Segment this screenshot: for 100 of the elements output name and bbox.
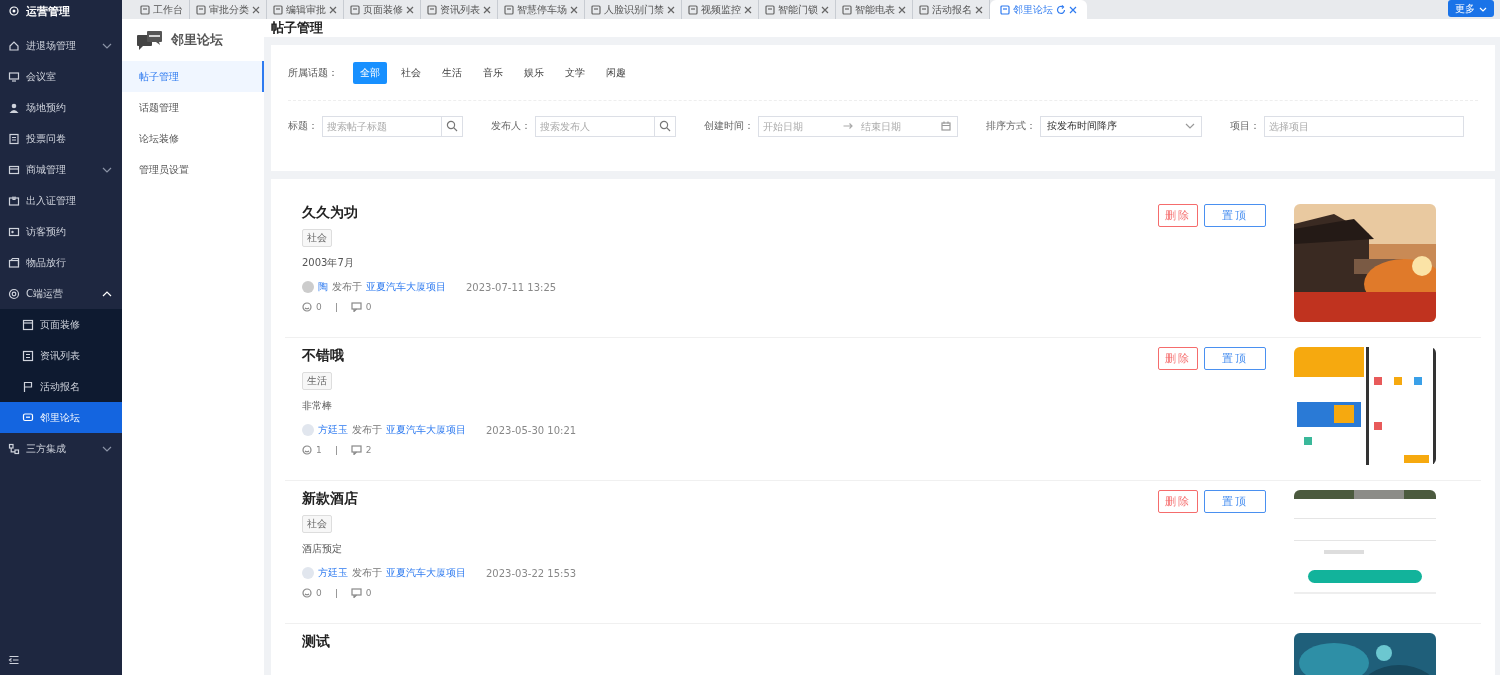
comment-count: 0 [365, 588, 372, 598]
menu-item[interactable]: 话题管理 [122, 92, 264, 123]
id-card-icon [8, 225, 20, 238]
nav-item[interactable]: 场地预约 [0, 92, 122, 123]
smiley-icon [302, 445, 312, 455]
monitor-icon [8, 70, 20, 83]
smiley-icon [302, 302, 312, 312]
comment-icon [350, 302, 362, 312]
post-title: 久久为功 [302, 204, 359, 222]
filter-label: 创建时间： [704, 119, 754, 133]
author-link[interactable]: 陶 [318, 280, 328, 294]
project-field[interactable]: 选择项目 [1264, 115, 1464, 137]
topic-chip[interactable]: 文学 [558, 61, 592, 84]
arrow-right-icon [843, 122, 853, 130]
card-icon [8, 163, 20, 176]
menu-item[interactable]: 帖子管理 [122, 61, 264, 92]
chevron-down-icon [1185, 122, 1195, 130]
filter-label: 标题： [288, 119, 318, 133]
page-icon [196, 4, 206, 15]
page-icon [273, 4, 283, 15]
nav-item[interactable]: C端运营 [0, 278, 122, 309]
post-title: 测试 [302, 633, 331, 651]
window-icon [22, 318, 34, 331]
menu-item[interactable]: 管理员设置 [122, 154, 264, 185]
box-icon [8, 256, 20, 269]
nav-item[interactable]: 会议室 [0, 61, 122, 92]
topic-tag: 社会 [302, 515, 332, 533]
start-date-field[interactable]: 开始日期 [759, 120, 843, 132]
nav-item[interactable]: 出入证管理 [0, 185, 122, 216]
author-link[interactable]: 方廷玉 [318, 423, 348, 437]
page-title: 帖子管理 [271, 19, 323, 37]
menu-item[interactable]: 论坛装修 [122, 123, 264, 154]
chat-icon [22, 411, 34, 424]
search-field[interactable]: 搜索帖子标题 [322, 115, 442, 137]
like-count: 1 [316, 445, 322, 455]
comment-count: 2 [365, 445, 372, 455]
house-icon [8, 39, 20, 52]
page-icon [504, 4, 514, 15]
avatar [302, 424, 314, 436]
filter-label: 项目： [1230, 119, 1260, 133]
post-time: 2023-03-22 15:53 [486, 567, 577, 579]
smiley-icon [302, 588, 312, 598]
search-icon [446, 120, 458, 132]
project-link[interactable]: 亚夏汽车大厦项目 [386, 423, 466, 437]
search-button[interactable] [442, 115, 463, 137]
topic-chip[interactable]: 生活 [435, 61, 469, 84]
page-icon [688, 4, 698, 15]
comment-icon [350, 588, 362, 598]
page-icon [427, 4, 437, 15]
post-time: 2023-05-30 10:21 [486, 424, 577, 436]
filter-label: 发布人： [491, 119, 531, 133]
flag-icon [22, 380, 34, 393]
meta-text: 发布于 [332, 280, 362, 294]
search-field[interactable]: 搜索发布人 [535, 115, 655, 137]
page-icon [919, 4, 929, 15]
pin-button[interactable]: 置顶 [1204, 204, 1266, 227]
nav-item[interactable]: 投票问卷 [0, 123, 122, 154]
meta-text: 发布于 [352, 423, 382, 437]
sort-select[interactable]: 按发布时间降序 [1040, 115, 1202, 137]
topic-chip[interactable]: 音乐 [476, 61, 510, 84]
nav-item[interactable]: 三方集成 [0, 433, 122, 464]
author-link[interactable]: 方廷玉 [318, 566, 348, 580]
post-title: 新款酒店 [302, 490, 359, 508]
pin-button[interactable]: 置顶 [1204, 490, 1266, 513]
nav-item[interactable]: 页面装修 [0, 309, 122, 340]
filter-label: 所属话题： [288, 65, 338, 80]
app-title: 运营管理 [26, 3, 70, 19]
comment-icon [350, 445, 362, 455]
calendar-icon [941, 121, 951, 131]
tab[interactable]: 邻里论坛 [990, 0, 1087, 19]
forum-title: 邻里论坛 [171, 31, 223, 49]
refresh-icon [1056, 4, 1066, 15]
project-link[interactable]: 亚夏汽车大厦项目 [366, 280, 446, 294]
nav-item[interactable]: 商城管理 [0, 154, 122, 185]
post-time: 2023-07-11 13:25 [466, 281, 557, 293]
nav-item[interactable]: 活动报名 [0, 371, 122, 402]
project-link[interactable]: 亚夏汽车大厦项目 [386, 566, 466, 580]
page-icon [591, 4, 601, 15]
nav-item[interactable]: 物品放行 [0, 247, 122, 278]
comment-count: 0 [365, 302, 372, 312]
topic-chip[interactable]: 闲趣 [599, 61, 633, 84]
topic-chip[interactable]: 娱乐 [517, 61, 551, 84]
page-icon [140, 4, 150, 15]
topic-tag: 生活 [302, 372, 332, 390]
badge-icon [8, 194, 20, 207]
end-date-field[interactable]: 结束日期 [857, 120, 941, 132]
search-button[interactable] [655, 115, 676, 137]
more-button[interactable]: 更多 [1448, 0, 1494, 17]
page-icon [350, 4, 360, 15]
page-icon [842, 4, 852, 15]
post-title: 不错哦 [302, 347, 345, 365]
filter-label: 排序方式： [986, 119, 1036, 133]
nav-item[interactable]: 资讯列表 [0, 340, 122, 371]
nav-item[interactable]: 进退场管理 [0, 30, 122, 61]
like-count: 0 [316, 588, 322, 598]
topic-chip[interactable]: 社会 [394, 61, 428, 84]
topic-tag: 社会 [302, 229, 332, 247]
nav-item[interactable]: 访客预约 [0, 216, 122, 247]
pin-button[interactable]: 置顶 [1204, 347, 1266, 370]
nav-item[interactable]: 邻里论坛 [0, 402, 122, 433]
